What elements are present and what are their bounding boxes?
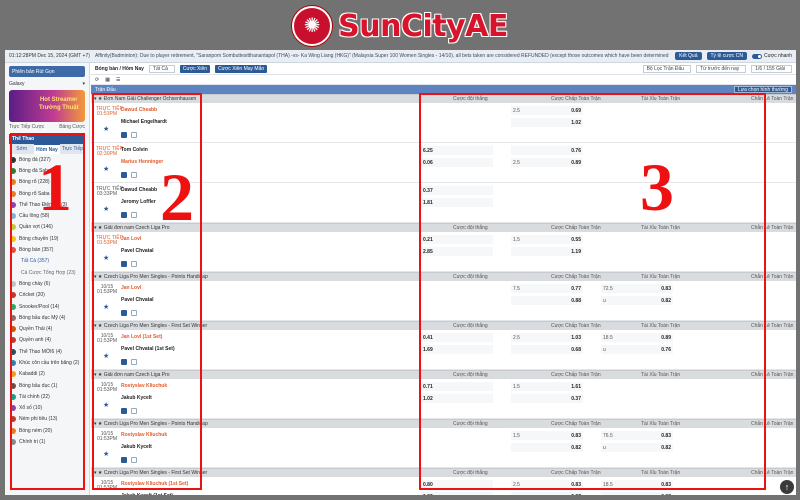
market-select[interactable]: Tất Cả (148, 64, 175, 73)
callout-box-2 (92, 93, 202, 490)
matches-tab[interactable]: Trận Đấu (95, 87, 116, 93)
match-filter-select[interactable]: Bộ Lọc Trận Đấu (642, 64, 692, 73)
refresh-icon[interactable]: ⟳ (95, 77, 99, 83)
compact-version-label: Phiên bản Rút Gọn (12, 68, 55, 75)
refresh-bar: ⟳ ▦ ☰ (91, 75, 796, 85)
page-title: Bóng bàn / Hôm Nay (95, 65, 144, 72)
scroll-top-button[interactable]: ↑ (780, 480, 794, 494)
moneyline-odds[interactable]: 0.92 (421, 492, 493, 495)
callout-box-3 (419, 93, 766, 490)
lucky-parlay-button[interactable]: Cược Xiên May Mắn (215, 64, 268, 73)
sun-wheel-icon: ✺ (292, 6, 333, 46)
live-bets-link[interactable]: Trực Tiếp Cược (9, 124, 44, 132)
pager[interactable]: 1/6 / 155 Giải (751, 64, 792, 73)
quick-bet-toggle[interactable]: Cược nhanh (751, 53, 792, 59)
over-under-odds[interactable]: u 0.82 (601, 492, 673, 495)
callout-number-2: 2 (160, 159, 194, 235)
quick-bet-label: Cược nhanh (763, 53, 792, 59)
galaxy-label: Galaxy (9, 80, 25, 87)
odds-value[interactable]: 0.37 (571, 494, 581, 496)
odds-value[interactable]: 0.92 (423, 494, 433, 496)
top-bar: 01:12:28PM Dec 15, 2024 (GMT +7) Affinit… (5, 50, 796, 63)
callout-number-3: 3 (640, 149, 674, 225)
brand-name: SunCityAE (338, 8, 508, 44)
handicap-odds[interactable]: 0.37 (511, 492, 583, 495)
brand-logo: ✺ SunCityAE (250, 4, 550, 48)
chevron-down-icon: ▾ (82, 80, 85, 87)
list-view-icon[interactable]: ☰ (116, 77, 120, 83)
view-select[interactable]: Lựa chọn hình thường (733, 86, 792, 93)
compact-version-button[interactable]: Phiên bản Rút Gọn (9, 66, 85, 77)
odds-value[interactable]: 0.82 (661, 494, 671, 496)
toggle-switch-icon[interactable] (751, 53, 762, 59)
away-team: Jakub Kycelt (1st Set) (121, 493, 173, 495)
news-ticker[interactable]: Affinity(Badminton): Due to player retir… (95, 53, 670, 59)
promo-banner[interactable]: Hot Streamer Trường Thuật (9, 90, 85, 122)
grid-view-icon[interactable]: ▦ (105, 77, 110, 83)
parlay-button[interactable]: Cược Xiên (179, 64, 211, 73)
line-value: u (603, 494, 606, 496)
galaxy-row[interactable]: Galaxy ▾ (9, 79, 85, 88)
sidebar-links: Trực Tiếp Cược Bảng Cược (9, 124, 85, 132)
sort-select[interactable]: Từ trước đến nay (696, 64, 747, 73)
banner-text: Hot Streamer Trường Thuật (39, 97, 79, 111)
clock: 01:12:28PM Dec 15, 2024 (GMT +7) (9, 53, 90, 59)
callout-number-1: 1 (38, 149, 72, 225)
results-button[interactable]: Kết Quả (675, 52, 702, 60)
filter-bar: Bóng bàn / Hôm Nay Tất Cả Cược Xiên Cược… (91, 63, 796, 75)
odds-type-button[interactable]: Tỷ lệ cược CN (706, 52, 747, 60)
bet-slip-link[interactable]: Bảng Cược (59, 124, 85, 132)
